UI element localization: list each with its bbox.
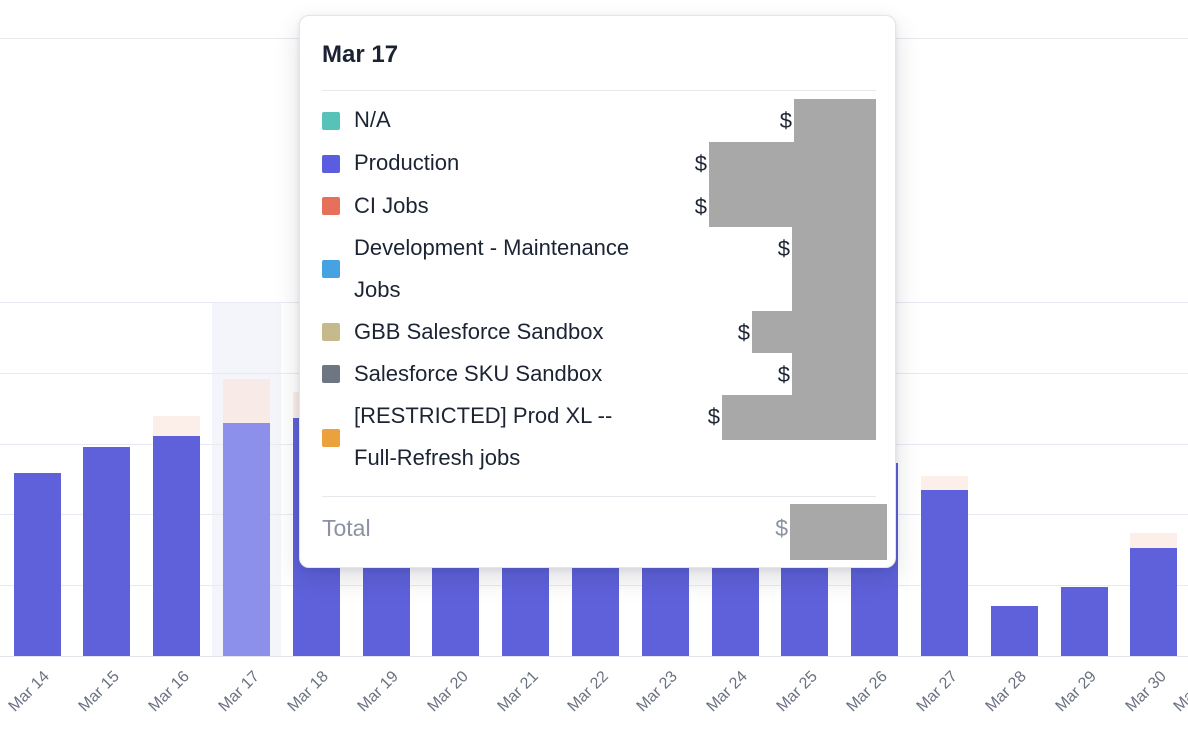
redacted-value: [752, 311, 876, 353]
legend-row-value: $: [654, 99, 876, 142]
legend-row-label: N/A: [354, 99, 654, 142]
redacted-value: [794, 99, 876, 142]
legend-swatch: [322, 429, 340, 447]
bar-segment-ci-jobs-mar-27[interactable]: [921, 476, 968, 490]
x-axis-tick-label: Mar 29: [1053, 668, 1101, 716]
legend-swatch-wrap: [322, 227, 340, 311]
x-axis-tick-label: Mar 14: [6, 668, 54, 716]
legend-swatch-wrap: [322, 353, 340, 395]
bar-segment-production-mar-30[interactable]: [1130, 548, 1177, 656]
bar-segment-production-mar-15[interactable]: [83, 447, 130, 656]
legend-row-value: $: [654, 311, 876, 353]
redacted-value: [709, 185, 876, 227]
x-axis-tick-label: Mar 22: [564, 668, 612, 716]
redacted-total-value: [790, 504, 887, 560]
legend-row-value: $: [654, 185, 876, 227]
legend-swatch: [322, 197, 340, 215]
x-axis-tick-label: Mar 21: [494, 668, 542, 716]
x-axis-tick-label: Mar 31: [1171, 668, 1188, 716]
tooltip-total-row: Total $: [322, 504, 876, 560]
redacted-value: [722, 395, 876, 440]
cost-chart-panel: Mar 14 Mar 15 Mar 16 Mar 17 Mar 18 Mar 19 Mar …: [0, 0, 1188, 754]
legend-row-value: $: [654, 142, 876, 185]
legend-swatch-wrap: [322, 395, 340, 480]
legend-swatch: [322, 155, 340, 173]
bar-segment-production-mar-27[interactable]: [921, 490, 968, 656]
redacted-value: [792, 227, 876, 311]
x-axis-tick-label: Mar 26: [843, 668, 891, 716]
legend-swatch: [322, 260, 340, 278]
currency-symbol: $: [695, 142, 707, 185]
legend-row-label: GBB Salesforce Sandbox: [354, 311, 654, 353]
legend-row-label: [RESTRICTED] Prod XL -- Full-Refresh job…: [354, 395, 654, 480]
legend-swatch: [322, 323, 340, 341]
tooltip-total-value: $: [622, 504, 876, 560]
legend-swatch: [322, 112, 340, 130]
legend-row-value: $: [654, 353, 876, 395]
bar-segment-production-mar-28[interactable]: [991, 606, 1038, 656]
total-currency-symbol: $: [775, 504, 788, 552]
currency-symbol: $: [778, 227, 790, 270]
tooltip-legend-row: Development - Maintenance Jobs $: [322, 227, 876, 311]
currency-symbol: $: [738, 311, 750, 354]
x-axis-tick-label: Mar 25: [774, 668, 822, 716]
tooltip-divider-bottom: [322, 496, 876, 497]
tooltip-legend-rows: N/A$Production$CI Jobs$Development - Mai…: [322, 99, 876, 480]
legend-swatch-wrap: [322, 311, 340, 353]
tooltip-legend-row: CI Jobs $: [322, 185, 876, 227]
redacted-value: [709, 142, 876, 185]
tooltip-total-label: Total: [322, 504, 622, 560]
currency-symbol: $: [708, 395, 720, 438]
currency-symbol: $: [780, 99, 792, 142]
bar-segment-production-mar-29[interactable]: [1061, 587, 1108, 656]
tooltip-date-title: Mar 17: [322, 41, 876, 69]
x-axis-tick-label: Mar 17: [215, 668, 263, 716]
tooltip-legend-row: N/A $: [322, 99, 876, 142]
legend-row-label: Salesforce SKU Sandbox: [354, 353, 654, 395]
bar-segment-ci-jobs-mar-16[interactable]: [153, 416, 200, 436]
currency-symbol: $: [778, 353, 790, 396]
legend-swatch-wrap: [322, 185, 340, 227]
x-axis-tick-label: Mar 19: [355, 668, 403, 716]
x-axis-tick-label: Mar 15: [76, 668, 124, 716]
bar-segment-production-mar-17[interactable]: [223, 423, 270, 656]
legend-swatch-wrap: [322, 142, 340, 185]
x-axis-tick-label: Mar 27: [913, 668, 961, 716]
legend-row-value: $: [654, 227, 876, 311]
x-axis-tick-label: Mar 30: [1123, 668, 1171, 716]
x-axis-tick-label: Mar 28: [983, 668, 1031, 716]
x-axis-tick-label: Mar 18: [285, 668, 333, 716]
chart-tooltip: Mar 17 N/A$Production$CI Jobs$Developmen…: [299, 15, 896, 568]
legend-row-value: $: [654, 395, 876, 480]
legend-row-label: CI Jobs: [354, 185, 654, 227]
tooltip-legend-row: Salesforce SKU Sandbox $: [322, 353, 876, 395]
legend-swatch-wrap: [322, 99, 340, 142]
x-axis-tick-label: Mar 24: [704, 668, 752, 716]
bar-segment-production-mar-16[interactable]: [153, 436, 200, 656]
x-axis-tick-label: Mar 20: [425, 668, 473, 716]
bar-segment-production-mar-14[interactable]: [14, 473, 61, 656]
legend-swatch: [322, 365, 340, 383]
tooltip-legend-row: [RESTRICTED] Prod XL -- Full-Refresh job…: [322, 395, 876, 480]
bar-segment-ci-jobs-mar-17[interactable]: [223, 379, 270, 423]
tooltip-legend-row: Production $: [322, 142, 876, 185]
legend-row-label: Production: [354, 142, 654, 185]
bar-segment-ci-jobs-mar-30[interactable]: [1130, 533, 1177, 548]
x-axis-tick-label: Mar 23: [634, 668, 682, 716]
x-axis-tick-label: Mar 16: [145, 668, 193, 716]
x-axis-line: [0, 656, 1188, 657]
currency-symbol: $: [695, 185, 707, 228]
legend-row-label: Development - Maintenance Jobs: [354, 227, 654, 311]
tooltip-divider-top: [322, 90, 876, 91]
redacted-value: [792, 353, 876, 395]
tooltip-legend-row: GBB Salesforce Sandbox $: [322, 311, 876, 353]
